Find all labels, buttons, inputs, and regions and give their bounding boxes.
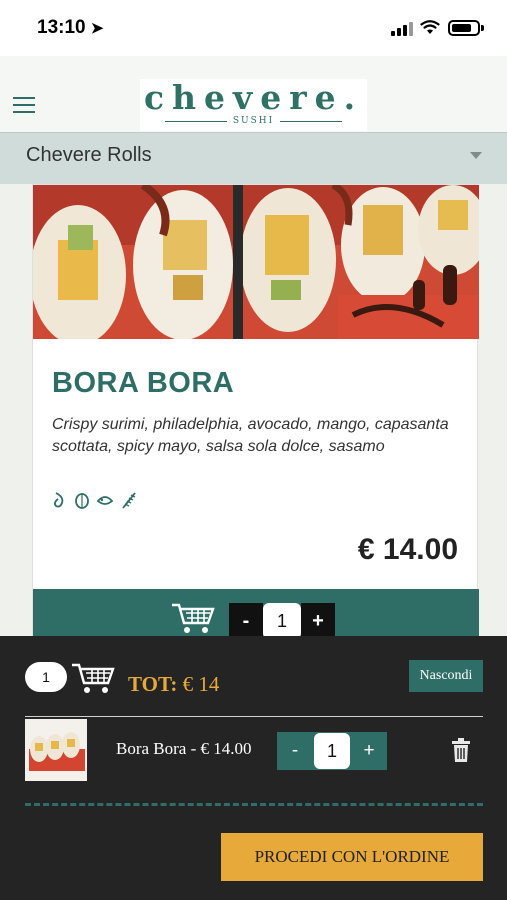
cart-item-stepper: - 1 + (277, 732, 387, 770)
divider (25, 716, 483, 717)
cart-count-badge: 1 (25, 662, 67, 692)
logo[interactable]: chevere. SUSHI (140, 79, 367, 131)
product-price: € 14.00 (357, 533, 458, 566)
category-select[interactable]: Chevere Rolls (0, 132, 507, 184)
wifi-icon (420, 20, 440, 34)
product-photo (33, 185, 479, 339)
cart-total: TOT: € 14 (128, 672, 219, 697)
product-card: BORA BORA Crispy surimi, philadelphia, a… (32, 184, 479, 645)
hamburger-menu-icon[interactable] (13, 97, 35, 113)
status-bar: 13:10 ➤ (0, 0, 507, 56)
trash-icon[interactable] (450, 737, 472, 763)
hide-cart-button[interactable]: Nascondi (409, 660, 483, 692)
total-label: TOT: (128, 672, 178, 696)
cart-item-minus-button[interactable]: - (277, 732, 313, 770)
logo-name: chevere. (143, 78, 364, 117)
chevron-down-icon (470, 152, 482, 159)
quantity-input[interactable]: 1 (263, 603, 301, 639)
product-name: BORA BORA (52, 367, 235, 399)
proceed-order-button[interactable]: PROCEDI CON L'ORDINE (221, 833, 483, 881)
cart-item-title: Bora Bora - € 14.00 (116, 739, 252, 758)
category-label: Chevere Rolls (26, 144, 152, 166)
allergen-icon-1 (53, 492, 64, 508)
cart-icon[interactable] (170, 601, 216, 635)
dashed-divider (25, 803, 483, 806)
total-value: € 14 (182, 672, 220, 696)
quantity-minus-button[interactable]: - (229, 603, 263, 639)
cart-item-quantity[interactable]: 1 (314, 733, 350, 769)
cart-item-plus-button[interactable]: + (351, 732, 387, 770)
location-arrow-icon: ➤ (90, 20, 104, 37)
allergen-icon-3 (96, 496, 114, 505)
signal-icon (391, 22, 413, 36)
quantity-stepper: - 1 + (229, 603, 335, 639)
product-description: Crispy surimi, philadelphia, avocado, ma… (52, 416, 449, 455)
quantity-plus-button[interactable]: + (301, 603, 335, 639)
battery-icon (448, 20, 484, 36)
cart-item-thumbnail (25, 719, 87, 781)
status-time: 13:10 ➤ (37, 17, 104, 38)
allergen-icon-4 (122, 492, 136, 509)
cart-icon (72, 663, 115, 693)
allergen-icon-2 (75, 493, 89, 509)
allergen-icons (52, 491, 138, 509)
logo-sub: SUSHI (140, 115, 367, 127)
